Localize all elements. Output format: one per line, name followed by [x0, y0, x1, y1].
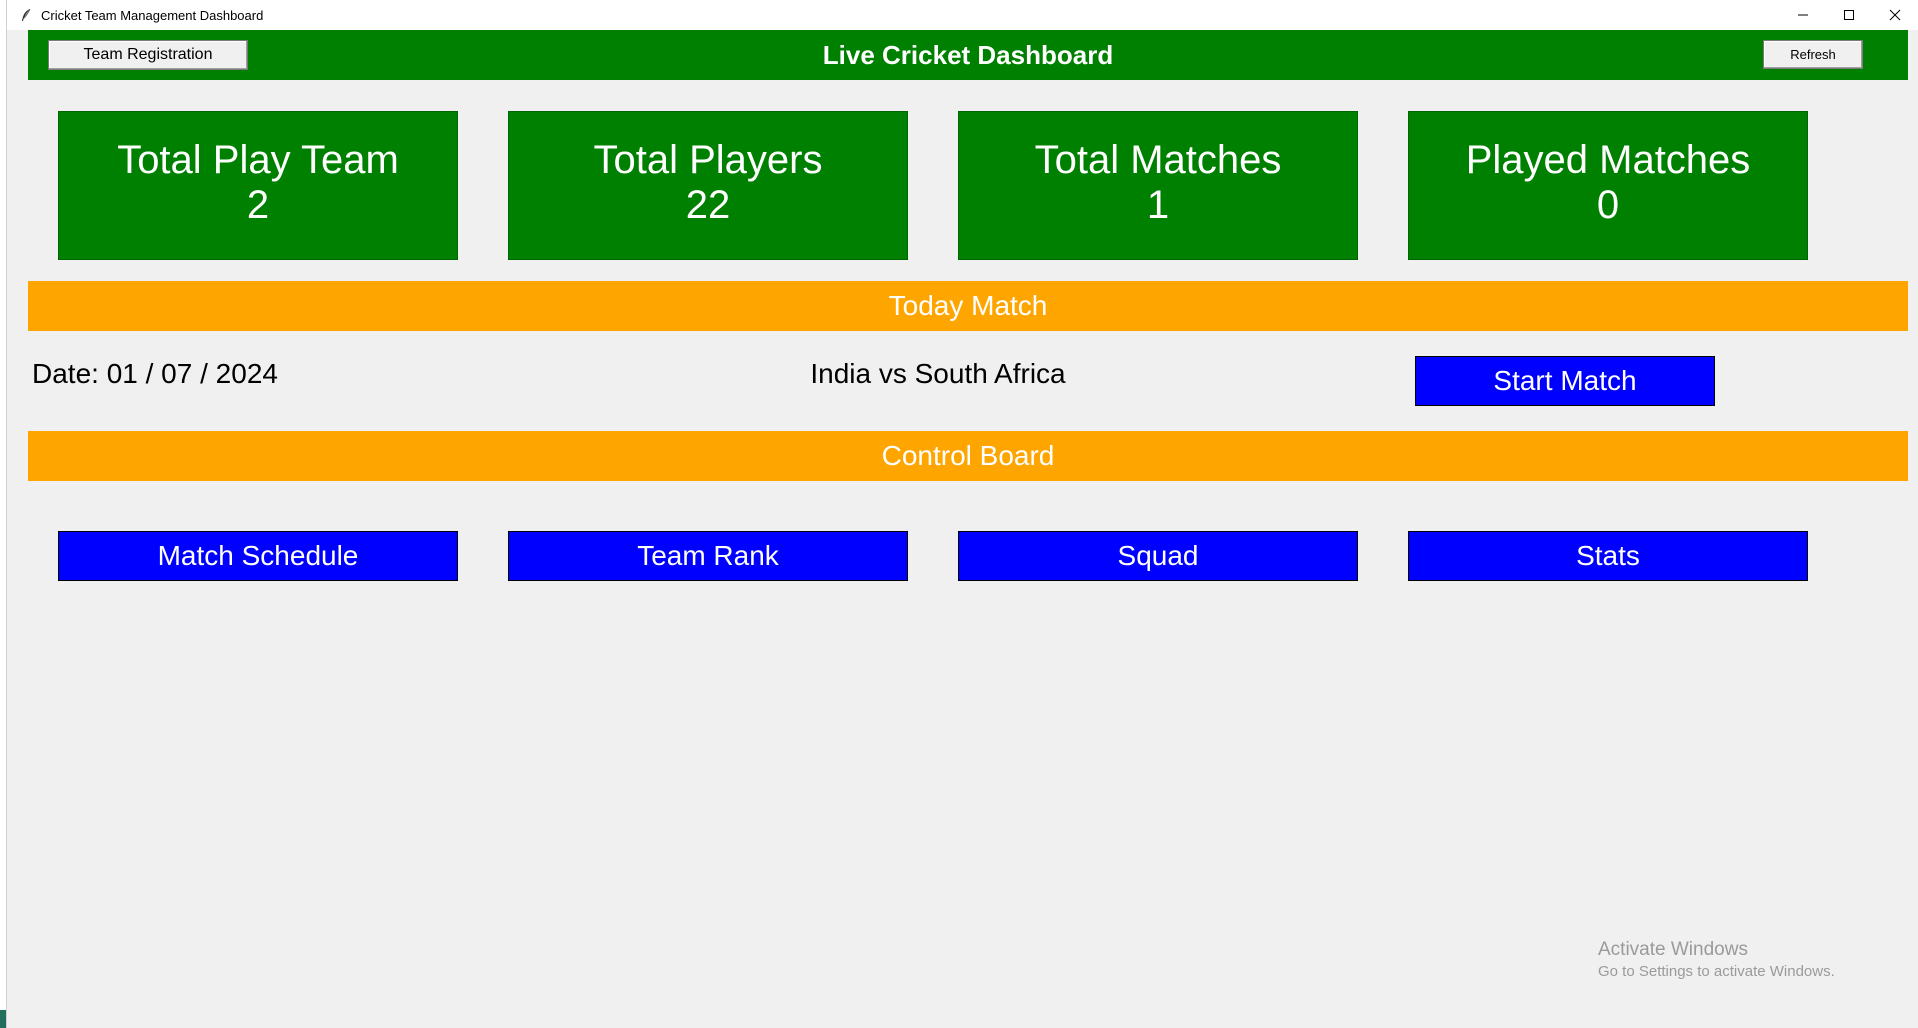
stat-label: Total Play Team — [117, 138, 399, 182]
refresh-button[interactable]: Refresh — [1763, 40, 1863, 69]
watermark-subtitle: Go to Settings to activate Windows. — [1598, 963, 1835, 980]
start-match-button[interactable]: Start Match — [1415, 356, 1715, 406]
feather-icon — [19, 8, 33, 22]
team-registration-button[interactable]: Team Registration — [48, 40, 248, 70]
stat-value: 22 — [685, 183, 731, 227]
dashboard-header: Live Cricket Dashboard Team Registration… — [28, 30, 1908, 80]
window-controls — [1780, 0, 1918, 30]
stat-value: 2 — [246, 183, 270, 227]
today-match-banner: Today Match — [28, 281, 1908, 331]
stat-value: 1 — [1146, 183, 1170, 227]
stat-value: 0 — [1596, 183, 1620, 227]
team-rank-button[interactable]: Team Rank — [508, 531, 908, 581]
match-schedule-button[interactable]: Match Schedule — [58, 531, 458, 581]
control-board-banner: Control Board — [28, 431, 1908, 481]
dashboard-title: Live Cricket Dashboard — [822, 40, 1114, 70]
match-teams: India vs South Africa — [810, 358, 1066, 389]
match-date: Date: 01 / 07 / 2024 — [32, 358, 278, 389]
stats-button[interactable]: Stats — [1408, 531, 1808, 581]
watermark-title: Activate Windows — [1598, 939, 1748, 960]
dashboard-content: Live Cricket Dashboard Team Registration… — [28, 30, 1916, 1028]
stat-card-total-play-team: Total Play Team 2 — [58, 111, 458, 260]
squad-button[interactable]: Squad — [958, 531, 1358, 581]
app-window: Cricket Team Management Dashboard Live C… — [6, 0, 1918, 1028]
title-bar[interactable]: Cricket Team Management Dashboard — [7, 0, 1918, 30]
maximize-icon[interactable] — [1826, 0, 1872, 30]
activation-watermark: Activate Windows Go to Settings to activ… — [1598, 938, 1835, 982]
window-title: Cricket Team Management Dashboard — [41, 7, 264, 23]
stat-card-played-matches: Played Matches 0 — [1408, 111, 1808, 260]
minimize-icon[interactable] — [1780, 0, 1826, 30]
stat-label: Played Matches — [1465, 138, 1751, 182]
stat-card-total-matches: Total Matches 1 — [958, 111, 1358, 260]
close-icon[interactable] — [1872, 0, 1918, 30]
stat-card-total-players: Total Players 22 — [508, 111, 908, 260]
stat-label: Total Players — [593, 138, 823, 182]
stat-label: Total Matches — [1034, 138, 1282, 182]
